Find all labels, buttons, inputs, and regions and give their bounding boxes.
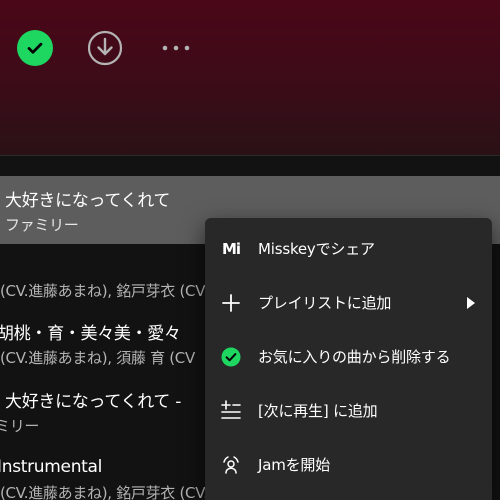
menu-item-label: Misskeyでシェア [258,240,375,258]
menu-item-label: Jamを開始 [258,456,331,474]
track-title: 大好きになってくれて [5,191,171,211]
track-title: Instrumental [0,457,103,477]
menu-item-share-misskey[interactable]: Mi Misskeyでシェア [205,225,492,273]
menu-item-label: プレイリストに追加 [258,294,392,312]
more-options-icon [162,45,190,51]
misskey-icon: Mi [221,240,241,258]
add-to-queue-icon [219,399,243,423]
plus-icon [219,291,243,315]
track-artist: ミリー [0,417,40,435]
menu-item-label: お気に入りの曲から削除する [258,348,451,366]
more-options-button[interactable] [156,33,196,63]
menu-item-remove-from-liked[interactable]: お気に入りの曲から削除する [205,333,492,381]
jam-icon [219,453,243,477]
saved-check-icon [27,42,43,54]
download-button[interactable] [87,30,123,66]
download-icon [87,30,123,66]
saved-button[interactable] [17,30,53,66]
track-artist: ファミリー [5,216,79,234]
track-artist: (CV.進藤あまね), 銘戸芽衣 (CV [0,282,206,300]
track-title: 胡桃・育・美々美・愛々 [0,324,181,344]
menu-item-label: [次に再生] に追加 [258,402,378,420]
submenu-arrow-icon [467,297,475,309]
track-title: 大好きになってくれて - [5,392,182,412]
track-artist: (CV.進藤あまね), 銘戸芽衣 (CV. [0,484,208,500]
menu-item-start-jam[interactable]: Jamを開始 [205,441,492,489]
menu-item-add-to-playlist[interactable]: プレイリストに追加 [205,279,492,327]
action-bar [0,0,500,100]
track-artist: (CV.進藤あまね), 須藤 育 (CV [0,349,195,367]
context-menu: Mi Misskeyでシェア プレイリストに追加 お気に入りの曲から削除する [… [205,218,492,500]
check-circle-icon [219,345,243,369]
menu-item-add-to-queue[interactable]: [次に再生] に追加 [205,387,492,435]
